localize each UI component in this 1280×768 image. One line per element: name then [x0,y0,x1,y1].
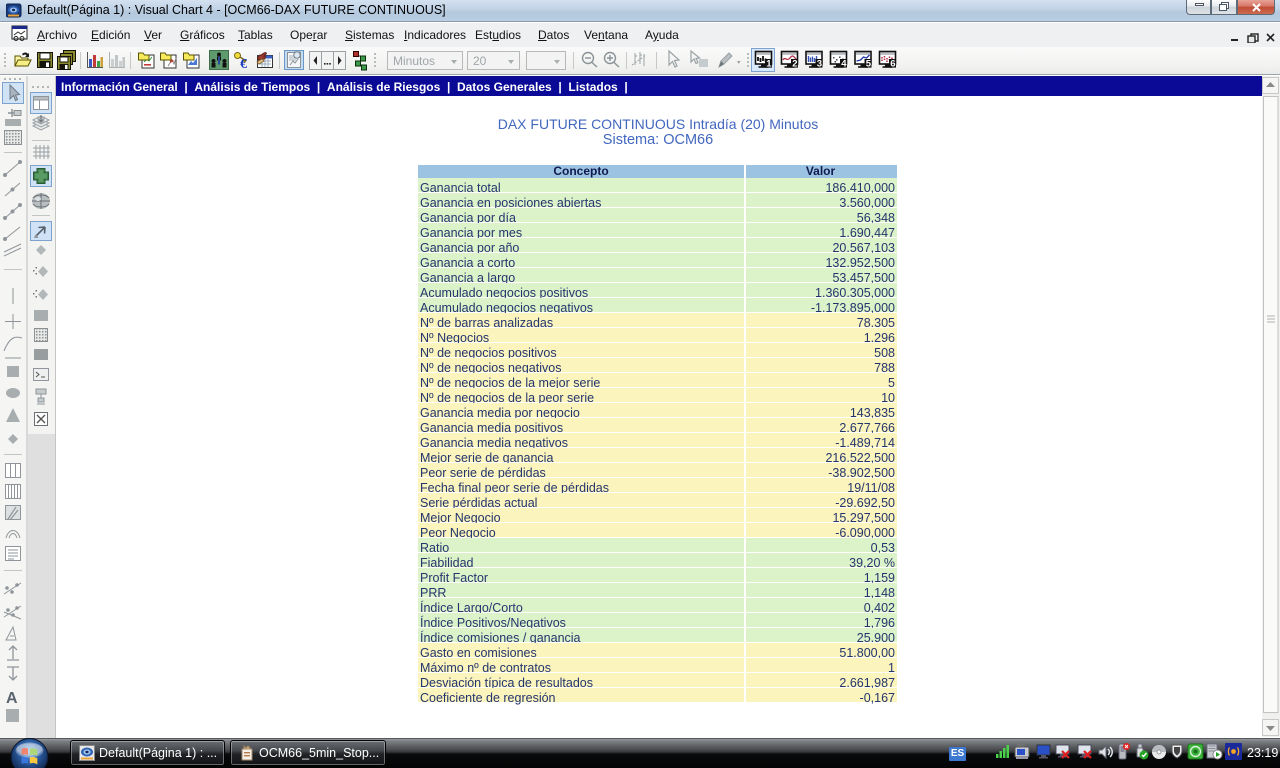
svg-text:4: 4 [841,59,847,70]
svg-text:2: 2 [792,59,797,70]
svg-text:6: 6 [890,59,895,70]
svg-text:A: A [6,690,18,707]
svg-text:5: 5 [866,59,872,70]
svg-text:3: 3 [817,59,822,70]
svg-text:€: € [240,57,247,72]
